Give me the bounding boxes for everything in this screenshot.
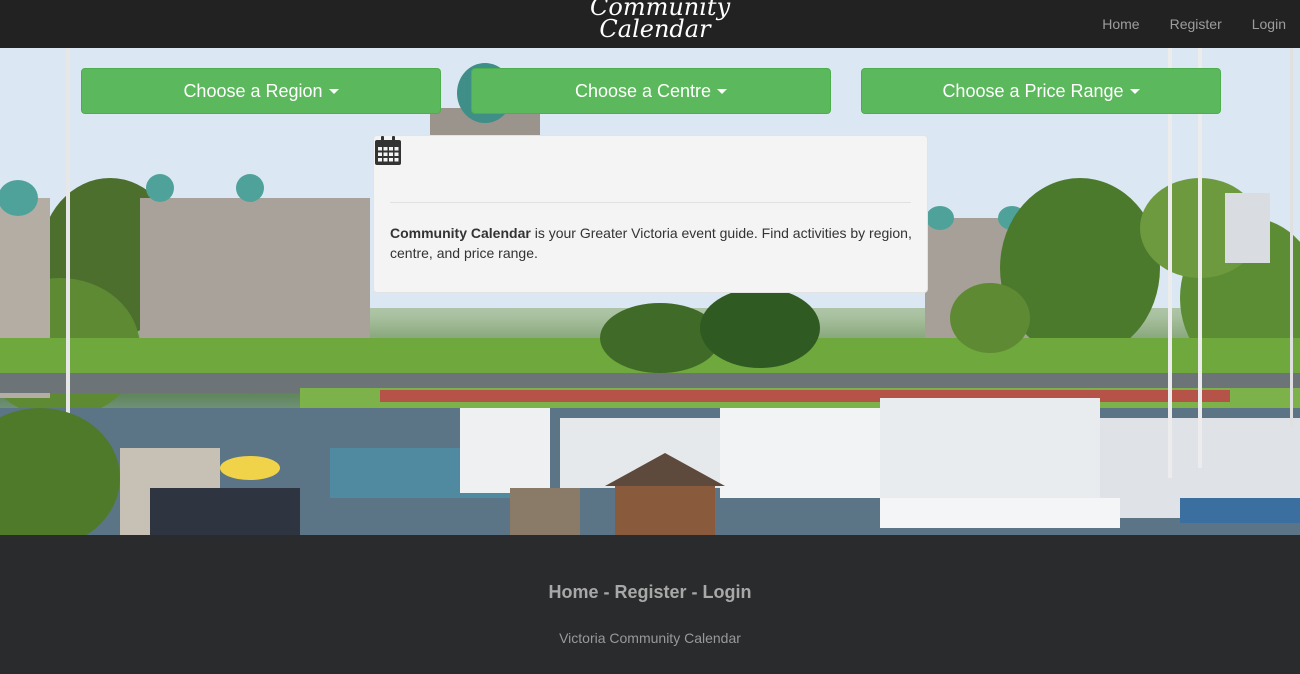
region-dropdown-button[interactable]: Choose a Region [81, 68, 441, 114]
hero-banner: Choose a Region Choose a Centre Choose a… [0, 48, 1300, 535]
price-dropdown-button[interactable]: Choose a Price Range [861, 68, 1221, 114]
footer-separator: - [686, 582, 703, 602]
nav-links: Home Register Login [1072, 0, 1286, 48]
nav-login-link[interactable]: Login [1252, 16, 1286, 32]
footer-separator: - [598, 582, 615, 602]
calendar-icon [375, 136, 401, 165]
caret-down-icon [328, 88, 339, 94]
footer-tagline: Victoria Community Calendar [559, 630, 741, 646]
region-dropdown-label: Choose a Region [183, 80, 323, 101]
footer-home-link[interactable]: Home [548, 582, 598, 602]
intro-brand: Community Calendar [390, 225, 531, 241]
brand-logo[interactable]: Community Calendar [590, 0, 730, 48]
caret-down-icon [1129, 88, 1140, 94]
footer-links: Home - Register - Login [0, 582, 1300, 603]
intro-card: Community Calendar is your Greater Victo… [373, 135, 928, 293]
centre-dropdown-label: Choose a Centre [574, 80, 712, 101]
nav-register-link[interactable]: Register [1170, 16, 1222, 32]
footer-login-link[interactable]: Login [703, 582, 752, 602]
footer-register-link[interactable]: Register [615, 582, 687, 602]
caret-down-icon [717, 88, 728, 94]
nav-home-link[interactable]: Home [1102, 16, 1139, 32]
brand-line-2: Calendar [599, 15, 711, 43]
price-dropdown-label: Choose a Price Range [942, 80, 1124, 101]
centre-dropdown-button[interactable]: Choose a Centre [471, 68, 831, 114]
top-navbar: Community Calendar Home Register Login [0, 0, 1300, 48]
card-divider [390, 202, 911, 203]
intro-text: Community Calendar is your Greater Victo… [390, 223, 915, 263]
footer: Home - Register - Login Victoria Communi… [0, 535, 1300, 674]
